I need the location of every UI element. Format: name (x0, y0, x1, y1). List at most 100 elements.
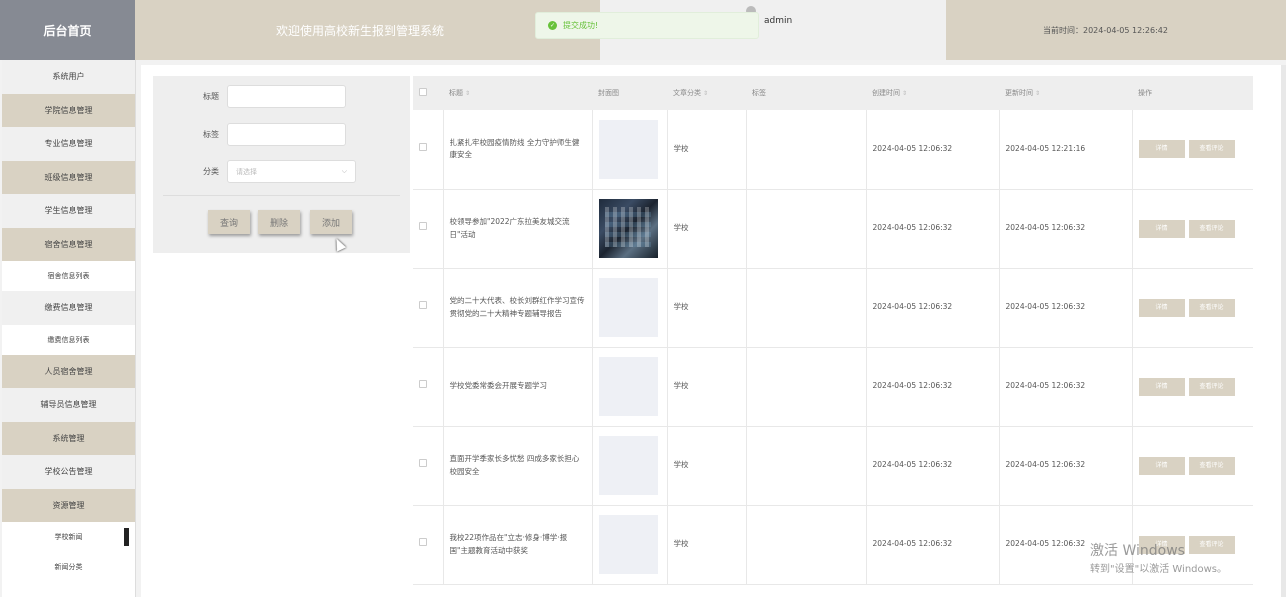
detail-button[interactable]: 详情 (1138, 377, 1185, 396)
sidebar-item[interactable]: 学生信息管理 (2, 194, 135, 228)
delete-button[interactable]: 删除 (258, 210, 300, 234)
updated-cell: 2024-04-05 12:21:16 (999, 110, 1133, 190)
select-all-checkbox[interactable] (419, 88, 427, 96)
cover-image (598, 436, 658, 495)
tags-cell (746, 426, 867, 506)
select-all-cell[interactable] (413, 76, 443, 110)
cover-image (598, 199, 658, 258)
actions-cell: 详情 查看评论 (1132, 347, 1253, 427)
row-select-cell[interactable] (413, 505, 444, 585)
actions-cell: 详情 查看评论 (1132, 110, 1253, 190)
current-time: 当前时间：2024-04-05 12:26:42 (1043, 26, 1168, 35)
row-select-cell[interactable] (413, 189, 444, 269)
view-comments-button[interactable]: 查看评论 (1188, 456, 1235, 475)
add-button[interactable]: 添加 (310, 210, 352, 234)
sidebar-item[interactable]: 宿舍信息管理 (2, 227, 135, 261)
cover-cell (592, 505, 668, 585)
col-cover: 封面图 (592, 76, 667, 110)
check-circle-icon: ✓ (548, 21, 557, 30)
sidebar-subitem[interactable]: 缴费信息列表 (2, 324, 135, 355)
col-updated[interactable]: 更新时间 ⇕ (999, 76, 1132, 110)
title-input[interactable] (227, 85, 346, 108)
sort-icon: ⇕ (465, 90, 471, 97)
col-title[interactable]: 标题 ⇕ (443, 76, 592, 110)
sidebar-subitem[interactable]: 新闻分类 (2, 552, 135, 582)
title-cell: 直面开学季家长多忧愁 四成多家长担心校园安全 (443, 426, 593, 506)
sidebar-item[interactable]: 人员宿舍管理 (2, 354, 135, 388)
created-cell: 2024-04-05 12:06:32 (866, 505, 1000, 585)
sort-icon: ⇕ (703, 90, 709, 97)
category-select[interactable]: 请选择 ⌵ (227, 160, 356, 183)
sidebar-item[interactable]: 缴费信息管理 (2, 291, 135, 325)
table-row[interactable]: 党的二十大代表、校长刘群红作学习宣传贯彻党的二十大精神专题辅导报告 学校 2024-… (413, 268, 1253, 348)
table-row[interactable]: 校领导参加"2022广东拉美友城交流日"活动 学校 2024-04-05 12:06… (413, 189, 1253, 269)
view-comments-button[interactable]: 查看评论 (1188, 535, 1235, 554)
title-cell: 学校党委常委会开展专题学习 (443, 347, 593, 427)
col-category[interactable]: 文章分类 ⇕ (667, 76, 746, 110)
view-comments-button[interactable]: 查看评论 (1188, 219, 1235, 238)
col-created[interactable]: 创建时间 ⇕ (866, 76, 999, 110)
title-cell: 党的二十大代表、校长刘群红作学习宣传贯彻党的二十大精神专题辅导报告 (443, 268, 593, 348)
welcome-text: 欢迎使用高校新生报到管理系统 (276, 24, 445, 38)
table-row[interactable]: 直面开学季家长多忧愁 四成多家长担心校园安全 学校 2024-04-05 12:06… (413, 426, 1253, 506)
table-row[interactable]: 学校党委常委会开展专题学习 学校 2024-04-05 12:06:32 2024-0… (413, 347, 1253, 427)
tags-cell (746, 505, 867, 585)
created-cell: 2024-04-05 12:06:32 (866, 110, 1000, 190)
row-checkbox[interactable] (419, 301, 427, 310)
row-checkbox[interactable] (419, 538, 427, 547)
home-logo[interactable]: 后台首页 (0, 0, 135, 60)
detail-button[interactable]: 详情 (1138, 298, 1185, 317)
actions-cell: 详情 查看评论 (1132, 189, 1253, 269)
title-cell: 扎紧扎牢校园疫情防线 全力守护师生健康安全 (443, 110, 593, 190)
tags-input[interactable] (227, 123, 346, 146)
detail-button[interactable]: 详情 (1138, 456, 1185, 475)
category-cell: 学校 (667, 110, 747, 190)
sidebar-subitem[interactable]: 宿舍信息列表 (2, 261, 135, 291)
cover-image (598, 278, 658, 337)
row-checkbox[interactable] (419, 380, 427, 389)
updated-cell: 2024-04-05 12:06:32 (999, 347, 1133, 427)
category-cell: 学校 (667, 268, 747, 348)
sidebar-subitem[interactable]: 学校新闻 (2, 522, 135, 552)
row-checkbox[interactable] (419, 222, 427, 231)
row-select-cell[interactable] (413, 347, 444, 427)
row-select-cell[interactable] (413, 426, 444, 506)
row-select-cell[interactable] (413, 268, 444, 348)
category-cell: 学校 (667, 505, 747, 585)
sidebar-item[interactable]: 学院信息管理 (2, 93, 135, 127)
updated-cell: 2024-04-05 12:06:32 (999, 189, 1133, 269)
updated-cell: 2024-04-05 12:06:32 (999, 268, 1133, 348)
view-comments-button[interactable]: 查看评论 (1188, 140, 1235, 159)
activation-watermark-title: 激活 Windows (1090, 543, 1185, 559)
sidebar-item[interactable]: 辅导员信息管理 (2, 388, 135, 422)
table-header-row: 标题 ⇕ 封面图 文章分类 ⇕ 标签 创建时间 ⇕ 更新时间 ⇕ 操作 (413, 76, 1253, 110)
sort-icon: ⇕ (902, 90, 908, 97)
search-form: 标题 标签 分类 请选择 ⌵ 查询 删除 添加 (153, 76, 410, 253)
row-select-cell[interactable] (413, 110, 444, 190)
actions-cell: 详情 查看评论 (1132, 268, 1253, 348)
sidebar-item[interactable]: 资源管理 (2, 488, 135, 522)
sidebar-item[interactable]: 系统管理 (2, 421, 135, 455)
sidebar-item[interactable]: 系统用户 (2, 60, 135, 94)
category-placeholder: 请选择 (236, 167, 257, 176)
row-checkbox[interactable] (419, 142, 427, 151)
row-checkbox[interactable] (419, 459, 427, 468)
view-comments-button[interactable]: 查看评论 (1188, 377, 1235, 396)
sidebar-item[interactable]: 班级信息管理 (2, 160, 135, 194)
query-button[interactable]: 查询 (208, 210, 250, 234)
cover-cell (592, 189, 668, 269)
title-cell: 我校22项作品在"立志·修身·博学·报国"主题教育活动中获奖 (443, 505, 593, 585)
detail-button[interactable]: 详情 (1138, 140, 1185, 159)
col-tags: 标签 (746, 76, 866, 110)
tags-cell (746, 268, 867, 348)
tags-cell (746, 110, 867, 190)
table-body: 扎紧扎牢校园疫情防线 全力守护师生健康安全 学校 2024-04-05 12:06:… (413, 110, 1253, 585)
view-comments-button[interactable]: 查看评论 (1188, 298, 1235, 317)
sidebar-item[interactable]: 专业信息管理 (2, 127, 135, 161)
page-scrollbar[interactable] (1281, 65, 1286, 597)
sidebar-item[interactable]: 学校公告管理 (2, 455, 135, 489)
table-row[interactable]: 扎紧扎牢校园疫情防线 全力守护师生健康安全 学校 2024-04-05 12:06:… (413, 110, 1253, 190)
detail-button[interactable]: 详情 (1138, 219, 1185, 238)
created-cell: 2024-04-05 12:06:32 (866, 347, 1000, 427)
username[interactable]: admin (764, 16, 792, 26)
